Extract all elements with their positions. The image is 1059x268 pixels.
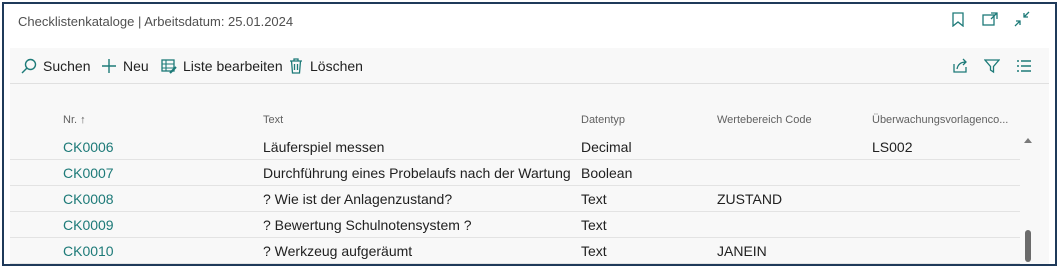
search-icon [20, 57, 38, 75]
table-row[interactable]: CK0006 Läuferspiel messen Decimal LS002 [10, 134, 1020, 160]
row-datatype: Text [581, 191, 607, 207]
page-title: Checklistenkataloge | Arbeitsdatum: 25.0… [18, 14, 294, 29]
row-datatype: Text [581, 243, 607, 259]
bookmark-icon[interactable] [949, 10, 967, 28]
new-label: Neu [123, 58, 149, 74]
row-text: Läuferspiel messen [263, 139, 385, 155]
action-bar: Suchen Neu Liste bearbeiten Löschen [10, 48, 1049, 84]
row-text: ? Bewertung Schulnotensystem ? [263, 217, 472, 233]
column-header-no[interactable]: Nr. ↑ [63, 114, 86, 126]
table-header: Nr. ↑ Text Datentyp Wertebereich Code Üb… [10, 114, 1020, 132]
row-no[interactable]: CK0006 [63, 139, 114, 155]
table-row[interactable]: CK0008 ? Wie ist der Anlagenzustand? Tex… [10, 186, 1020, 212]
row-datatype: Boolean [581, 165, 633, 181]
list-view-icon[interactable] [1015, 57, 1033, 75]
page-frame: Checklistenkataloge | Arbeitsdatum: 25.0… [2, 2, 1057, 266]
delete-button[interactable]: Löschen [287, 57, 363, 75]
vertical-scrollbar[interactable] [1022, 132, 1034, 262]
row-monitoring-template: LS002 [872, 139, 913, 155]
row-no[interactable]: CK0010 [63, 243, 114, 259]
trash-icon [287, 57, 305, 75]
list-content: Suchen Neu Liste bearbeiten Löschen Nr. … [10, 48, 1049, 264]
search-label: Suchen [43, 58, 91, 74]
row-no[interactable]: CK0009 [63, 217, 114, 233]
row-datatype: Decimal [581, 139, 632, 155]
title-bar: Checklistenkataloge | Arbeitsdatum: 25.0… [4, 4, 1055, 48]
edit-list-icon [160, 57, 178, 75]
open-new-window-icon[interactable] [981, 10, 999, 28]
table-row[interactable]: CK0009 ? Bewertung Schulnotensystem ? Te… [10, 212, 1020, 238]
column-header-range-code[interactable]: Wertebereich Code [717, 114, 812, 126]
edit-list-label: Liste bearbeiten [183, 58, 283, 74]
row-text: ? Wie ist der Anlagenzustand? [263, 191, 453, 207]
row-range-code: ZUSTAND [717, 191, 783, 207]
row-text: ? Werkzeug aufgeräumt [263, 243, 413, 259]
row-datatype: Text [581, 217, 607, 233]
column-header-datatype[interactable]: Datentyp [581, 114, 625, 126]
scroll-up-arrow-icon[interactable] [1024, 138, 1032, 143]
column-header-text[interactable]: Text [263, 114, 283, 126]
column-header-monitoring-template[interactable]: Überwachungsvorlagenco... [872, 114, 1008, 126]
filter-icon[interactable] [983, 57, 1001, 75]
table-row[interactable]: CK0007 Durchführung eines Probelaufs nac… [10, 160, 1020, 186]
share-icon[interactable] [951, 57, 969, 75]
row-no[interactable]: CK0007 [63, 165, 114, 181]
row-no[interactable]: CK0008 [63, 191, 114, 207]
collapse-icon[interactable] [1013, 10, 1031, 28]
new-button[interactable]: Neu [100, 57, 149, 75]
row-text: Durchführung eines Probelaufs nach der W… [263, 165, 571, 181]
edit-list-button[interactable]: Liste bearbeiten [160, 57, 283, 75]
scrollbar-thumb[interactable] [1025, 230, 1031, 262]
delete-label: Löschen [310, 58, 363, 74]
table-row[interactable]: CK0010 ? Werkzeug aufgeräumt Text JANEIN [10, 238, 1020, 264]
row-range-code: JANEIN [717, 243, 767, 259]
plus-icon [100, 57, 118, 75]
search-button[interactable]: Suchen [20, 57, 90, 75]
